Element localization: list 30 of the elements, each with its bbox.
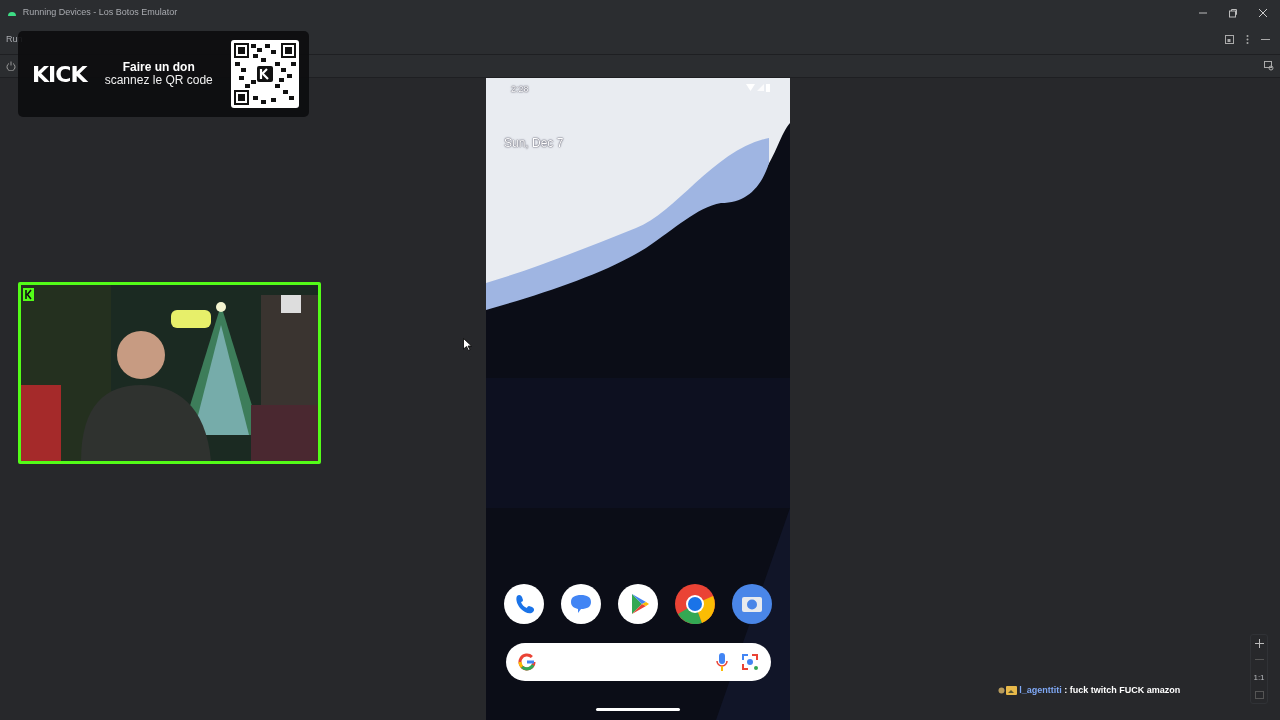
search-bar[interactable] bbox=[506, 643, 771, 681]
badge-icon bbox=[998, 686, 1017, 696]
mouse-pointer-icon bbox=[463, 338, 472, 351]
browser-icon[interactable] bbox=[675, 584, 715, 624]
camera-icon[interactable] bbox=[732, 584, 772, 624]
screenshot-icon[interactable] bbox=[1264, 61, 1274, 71]
microphone-icon[interactable] bbox=[715, 653, 728, 671]
date-text: Sun, Dec 7 bbox=[504, 135, 564, 152]
more-icon[interactable] bbox=[1246, 35, 1249, 44]
power-icon[interactable] bbox=[6, 61, 16, 71]
close-icon[interactable] bbox=[1258, 7, 1268, 18]
status-time: 2:28 bbox=[511, 83, 529, 96]
android-icon bbox=[8, 9, 16, 16]
window-title: Running Devices - Los Botos Emulator bbox=[22, 5, 178, 19]
layout-icon[interactable] bbox=[1225, 35, 1234, 44]
google-icon bbox=[518, 653, 536, 671]
tool-window-title: Run bbox=[6, 32, 23, 46]
restore-icon[interactable] bbox=[1228, 7, 1238, 18]
play-store-icon[interactable] bbox=[618, 584, 658, 624]
qr-code-icon bbox=[231, 40, 299, 108]
lens-icon[interactable] bbox=[741, 653, 759, 671]
kick-logo: KICK bbox=[32, 60, 87, 89]
zoom-reset-button[interactable]: 1:1 bbox=[1253, 671, 1265, 684]
chat-bubble-icon[interactable] bbox=[561, 584, 601, 624]
zoom-in-icon[interactable] bbox=[1254, 638, 1264, 648]
donation-title: Faire un don bbox=[121, 60, 196, 74]
kick-icon bbox=[23, 288, 34, 301]
chat-message: l_agenttiti : fuck twitch FUCK amazon bbox=[1019, 684, 1181, 697]
phone-icon[interactable] bbox=[504, 584, 544, 624]
donation-subtitle: scannez le QR code bbox=[104, 74, 213, 88]
